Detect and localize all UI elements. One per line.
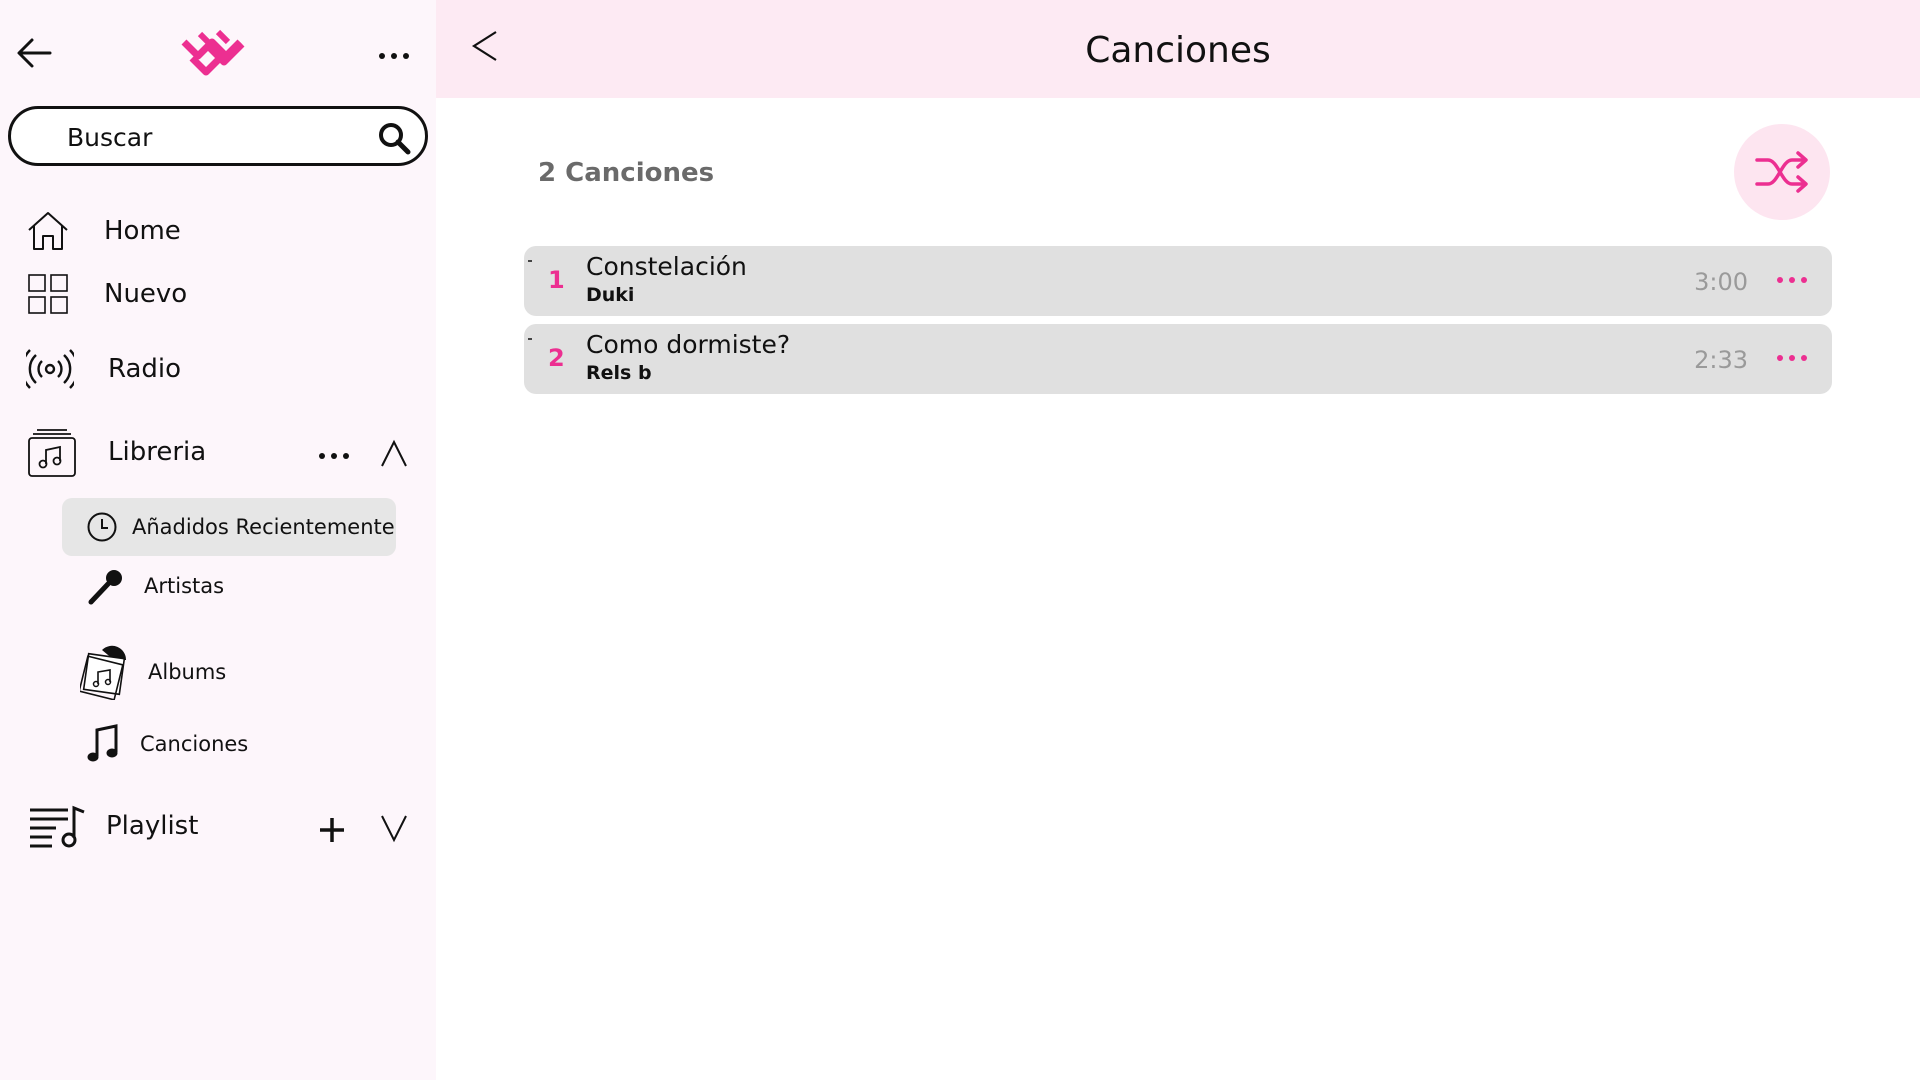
song-number: 2: [548, 344, 565, 372]
chevron-down-icon[interactable]: [378, 812, 410, 844]
nav-item-libreria[interactable]: Libreria: [26, 426, 206, 478]
more-icon[interactable]: [1774, 266, 1810, 294]
song-number: 1: [548, 266, 565, 294]
nav-label-radio: Radio: [108, 354, 182, 384]
more-icon[interactable]: [374, 40, 414, 70]
library-item-recent[interactable]: Añadidos Recientemente: [62, 498, 396, 556]
search-field[interactable]: [8, 106, 428, 166]
back-arrow-icon[interactable]: [16, 36, 52, 70]
playlist-icon: [30, 805, 85, 848]
library-label-albums: Albums: [148, 660, 227, 684]
microphone-icon: [88, 570, 122, 605]
nav-label-nuevo: Nuevo: [104, 279, 188, 309]
song-duration: 3:00: [1694, 268, 1748, 296]
more-icon[interactable]: [1774, 344, 1810, 372]
library-item-albums[interactable]: Albums: [80, 644, 226, 700]
grid-icon: [28, 274, 68, 314]
more-icon[interactable]: [314, 440, 354, 470]
library-item-canciones[interactable]: Canciones: [86, 724, 248, 764]
chevron-up-icon[interactable]: [378, 438, 410, 470]
page-title: Canciones: [1085, 30, 1271, 71]
search-input[interactable]: [67, 121, 367, 153]
album-icon: [80, 645, 127, 700]
nav-item-radio[interactable]: Radio: [26, 346, 181, 392]
home-icon: [28, 212, 68, 250]
song-title: Constelación: [586, 252, 747, 281]
library-icon: [28, 429, 76, 477]
radio-icon: [26, 349, 74, 389]
search-icon[interactable]: [377, 121, 411, 155]
song-artist: Rels b: [586, 362, 652, 384]
shuffle-icon: [1755, 151, 1808, 193]
song-artist: Duki: [586, 284, 635, 306]
nav-item-home[interactable]: Home: [26, 210, 181, 252]
music-note-icon: [87, 724, 118, 762]
library-label-artistas: Artistas: [144, 574, 225, 598]
library-label-canciones: Canciones: [140, 732, 249, 756]
song-duration: 2:33: [1694, 346, 1748, 374]
clock-icon: [87, 512, 117, 542]
row-marker: [528, 338, 532, 340]
plus-icon[interactable]: [314, 812, 350, 848]
main-header: Canciones: [436, 0, 1920, 98]
row-marker: [528, 260, 532, 262]
nav-label-home: Home: [104, 216, 181, 246]
song-row[interactable]: 2 Como dormiste? Rels b 2:33: [524, 324, 1832, 394]
nav-item-playlist[interactable]: Playlist: [28, 804, 198, 848]
song-row[interactable]: 1 Constelación Duki 3:00: [524, 246, 1832, 316]
library-item-artistas[interactable]: Artistas: [86, 566, 224, 606]
song-title: Como dormiste?: [586, 330, 791, 359]
sidebar: Home Nuevo Radio Libreria: [0, 0, 436, 1080]
shuffle-button[interactable]: [1734, 124, 1830, 220]
song-count: 2 Canciones: [538, 158, 715, 188]
nav-label-libreria: Libreria: [108, 437, 207, 467]
nav-label-playlist: Playlist: [106, 811, 199, 841]
logo-icon: [181, 29, 245, 76]
nav-item-nuevo[interactable]: Nuevo: [26, 272, 187, 316]
library-label-recent: Añadidos Recientemente: [132, 515, 395, 539]
